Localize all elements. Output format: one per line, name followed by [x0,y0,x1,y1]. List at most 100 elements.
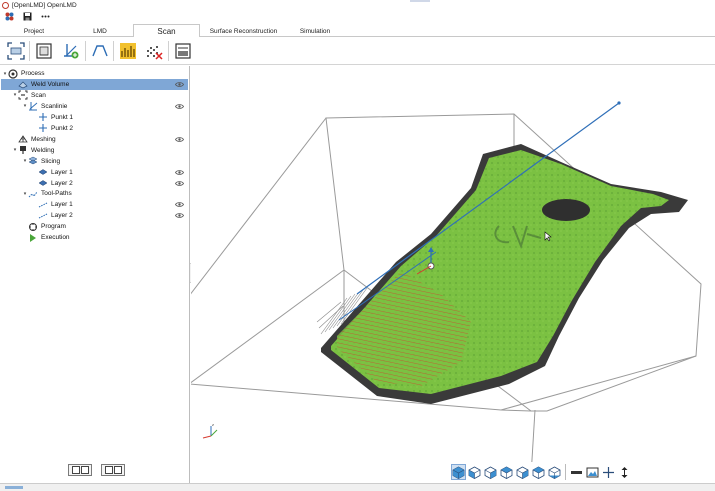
view-bottom-button[interactable] [547,464,562,480]
zoom-fit-button[interactable] [617,464,632,480]
visibility-eye-icon[interactable] [175,179,184,188]
visibility-eye-icon[interactable] [175,135,184,144]
app-menu-icon[interactable] [5,12,14,21]
pointcloud-filter-button[interactable] [118,41,138,61]
trapezoid-profile-icon [92,45,108,57]
3d-viewport[interactable]: z [191,66,715,483]
flatten-button[interactable] [173,41,193,61]
tree-item[interactable]: Layer 2 [1,210,188,221]
visibility-eye-icon[interactable] [175,200,184,209]
collapse-all-button[interactable] [101,464,125,476]
tree-item-label: Layer 1 [51,201,73,209]
title-bar: [OpenLMD] OpenLMD [0,0,715,10]
tree-item[interactable]: Weld Volume [1,78,188,90]
tree-item-label: Welding [31,146,55,154]
app-logo-icon [2,1,9,9]
tree-item-label: Punkt 1 [51,113,74,121]
visibility-eye-icon[interactable] [175,168,184,177]
program-icon [28,222,38,232]
scanline-icon [28,101,38,111]
more-icon[interactable] [41,12,50,21]
visibility-eye-icon[interactable] [175,80,184,89]
tree-item-label: Scan [31,91,46,99]
screenshot-button[interactable] [585,464,600,480]
visibility-eye-icon[interactable] [175,102,184,111]
tree-item-label: Program [41,223,66,231]
slicing-icon [28,156,38,166]
view-iso-button[interactable] [451,464,466,480]
tree-item-label: Tool-Paths [41,190,72,198]
tree-item[interactable]: Meshing [1,134,188,145]
visibility-eye-icon[interactable] [175,211,184,220]
tree-item-label: Process [21,70,45,77]
tree-item-label: Execution [41,234,70,242]
ribbon-tabs: Project LMD Scan Surface Reconstruction … [0,24,715,38]
view-right-button[interactable] [515,464,530,480]
ribbon-separator [113,41,114,61]
toolbar-separator [565,464,566,480]
measure-button[interactable] [569,464,584,480]
tree-item[interactable]: Punkt 2 [1,123,188,134]
tab-simulation[interactable]: Simulation [292,26,338,37]
toolpath-icon [28,189,38,199]
pan-button[interactable] [601,464,616,480]
window-title: [OpenLMD] OpenLMD [12,1,77,9]
scan-frame-button[interactable] [6,41,26,61]
tab-scan[interactable]: Scan [133,24,200,38]
tree-footer [68,464,125,476]
tree-item[interactable]: ▾ Process [1,68,188,79]
tab-project[interactable]: Project [14,26,54,37]
application-window: [OpenLMD] OpenLMD Project LMD Scan Surfa… [0,0,715,491]
zoom-fit-icon [618,466,631,479]
tree-item-label: Weld Volume [31,80,70,88]
import-scan-icon [36,43,52,59]
tree-item[interactable]: ▾ Slicing [1,156,188,167]
view-front-icon [468,466,481,479]
tab-lmd[interactable]: LMD [80,26,120,37]
layer-icon [38,167,48,177]
remove-points-button[interactable] [144,41,164,61]
collapse-all-icon [113,466,122,474]
ribbon-separator [85,41,86,61]
save-icon[interactable] [23,12,32,21]
expand-all-button[interactable] [68,464,92,476]
view-right-icon [516,466,529,479]
scene-canvas[interactable]: z [191,66,715,483]
layer-icon [38,178,48,188]
tree-item[interactable]: Program [1,221,188,232]
path-layer-icon [38,200,48,210]
screenshot-icon [586,466,599,479]
tab-surface-reconstruction[interactable]: Surface Reconstruction [206,26,281,37]
tree-item[interactable]: Layer 2 [1,178,188,189]
collapse-all-icon [104,466,113,474]
view-front-button[interactable] [467,464,482,480]
tree-item[interactable]: ▾ Tool-Paths [1,188,188,199]
tree-item[interactable]: ▾ Scanlinie [1,101,188,112]
view-back-icon [484,466,497,479]
process-icon [8,68,18,79]
add-scanline-button[interactable] [61,41,81,61]
tree-item-label: Meshing [31,135,56,143]
view-back-button[interactable] [483,464,498,480]
tree-item[interactable]: Execution [1,232,188,243]
view-top-button[interactable] [531,464,546,480]
tree-item-label: Slicing [41,157,61,165]
import-scan-button[interactable] [34,41,54,61]
tree-item[interactable]: Punkt 1 [1,112,188,123]
tree-item[interactable]: ▾ Welding [1,145,188,156]
expand-all-icon [71,466,80,474]
svg-text:z: z [212,422,214,427]
axis-triad-icon: z [202,422,218,439]
tree-item-label: Layer 1 [51,168,73,176]
mesh-icon [18,134,28,144]
measure-icon [570,466,583,479]
view-left-button[interactable] [499,464,514,480]
view-toolbar [451,462,632,482]
tree-item[interactable]: ▾ Scan [1,90,188,101]
progress-indicator [5,486,23,489]
tree-item[interactable]: Layer 1 [1,199,188,210]
tree-item[interactable]: Layer 1 [1,167,188,178]
trapezoid-profile-button[interactable] [90,41,110,61]
view-left-icon [500,466,513,479]
scan-icon [18,90,28,100]
